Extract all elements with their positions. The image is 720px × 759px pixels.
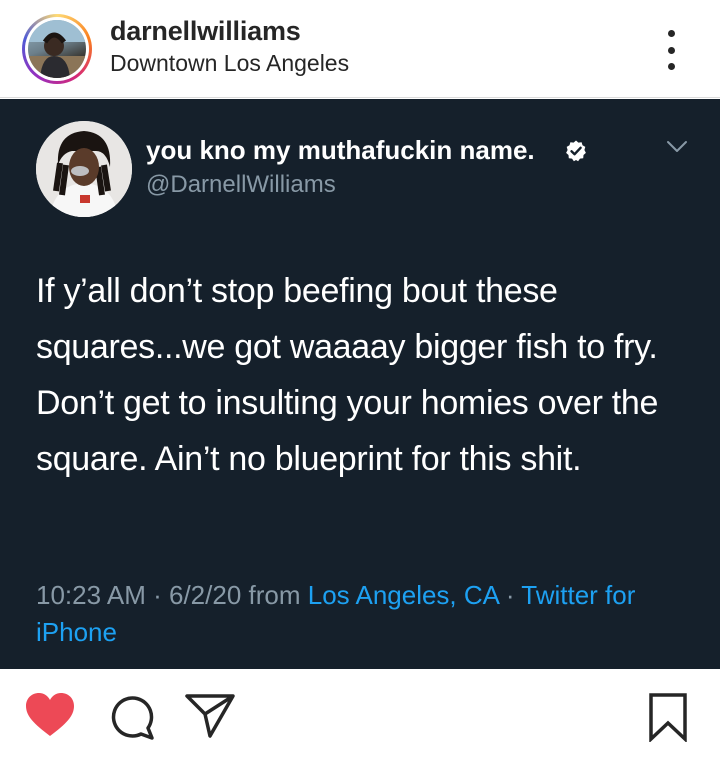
heart-icon[interactable] xyxy=(24,692,76,738)
avatar-photo xyxy=(28,20,86,78)
tweet-display-name: you kno my muthafuckin name. xyxy=(146,135,535,165)
paper-plane-icon[interactable] xyxy=(184,692,236,738)
profile-avatar[interactable] xyxy=(28,20,86,78)
tweet-from: from xyxy=(248,580,301,610)
tweet-card: you kno my muthafuckin name. @DarnellWil… xyxy=(0,99,720,669)
tweet-avatar-photo xyxy=(36,121,132,217)
tweet-date: 6/2/20 xyxy=(169,580,242,610)
comment-icon[interactable] xyxy=(108,692,156,740)
tweet-location-link: Los Angeles, CA xyxy=(307,580,499,610)
meta-separator: · xyxy=(505,580,515,610)
dot xyxy=(667,46,675,54)
meta-separator: · xyxy=(153,580,162,610)
dot xyxy=(667,63,675,70)
story-ring[interactable] xyxy=(22,14,92,84)
avatar-ring-inner xyxy=(25,17,89,81)
post-header: darnellwilliams Downtown Los Angeles xyxy=(0,0,720,98)
post-username[interactable]: darnellwilliams xyxy=(110,16,301,47)
tweet-text: If y’all don’t stop beefing bout these s… xyxy=(36,272,659,478)
bookmark-icon[interactable] xyxy=(648,692,688,742)
verified-badge-icon xyxy=(566,140,586,162)
dot xyxy=(667,30,675,37)
tweet-time: 10:23 AM xyxy=(36,580,146,610)
tweet-meta: 10:23 AM · 6/2/20 from Los Angeles, CA ·… xyxy=(36,577,676,651)
post-location[interactable]: Downtown Los Angeles xyxy=(110,50,349,77)
tweet-handle: @DarnellWilliams xyxy=(146,171,336,198)
tweet-avatar xyxy=(36,121,132,217)
more-dots-icon[interactable] xyxy=(656,30,686,70)
chevron-down-icon xyxy=(667,141,687,152)
post-action-bar xyxy=(0,670,720,759)
